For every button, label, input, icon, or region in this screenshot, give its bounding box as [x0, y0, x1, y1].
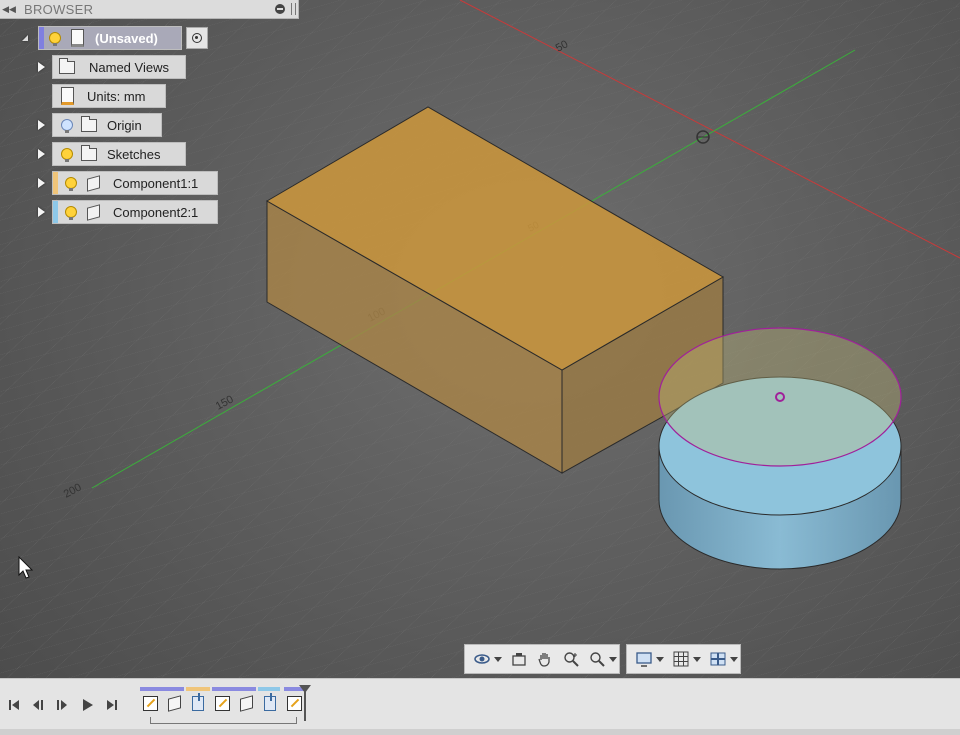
browser-item-units: Units: mm [52, 84, 166, 108]
expand-component1-icon[interactable] [34, 171, 48, 195]
look-at-button[interactable] [508, 648, 530, 670]
grid-settings-button[interactable] [670, 648, 703, 670]
browser-header: ◀◀ BROWSER [0, 0, 299, 19]
timeline-feature-extrude[interactable] [189, 692, 207, 713]
component2-node[interactable]: Component2:1 [52, 200, 218, 224]
timeline-feature-sketch[interactable] [213, 693, 231, 713]
step-forward-icon [57, 700, 67, 710]
zoom-window-icon [588, 651, 606, 667]
display-settings-button[interactable] [633, 648, 666, 670]
browser-item-sketches: Sketches [34, 142, 186, 166]
visibility-bulb-icon[interactable] [59, 146, 75, 162]
component-icon [85, 203, 101, 221]
play-button[interactable] [77, 695, 97, 715]
go-to-start-button[interactable] [4, 695, 24, 715]
orbit-icon [473, 651, 491, 667]
document-settings-icon [59, 87, 75, 105]
display-settings-icon [635, 651, 653, 667]
timeline-group-bar [140, 687, 184, 691]
root-label: (Unsaved) [95, 30, 158, 46]
go-to-end-icon [107, 700, 117, 710]
timeline-feature-sketch[interactable] [141, 693, 159, 713]
step-back-button[interactable] [28, 695, 48, 715]
zoom-icon [562, 651, 580, 667]
timeline-group-bar [212, 687, 256, 691]
go-to-start-icon [9, 700, 19, 710]
play-back-button[interactable] [52, 695, 72, 715]
component-feature-icon [239, 694, 253, 712]
collapse-browser-icon[interactable]: ◀◀ [0, 4, 18, 15]
go-to-end-button[interactable] [102, 695, 122, 715]
named-views-label: Named Views [89, 59, 169, 75]
folder-icon [81, 144, 97, 162]
document-icon [69, 29, 85, 47]
timeline-component1-bar [186, 687, 210, 691]
timeline-marker[interactable] [299, 685, 311, 721]
zoom-button[interactable] [560, 648, 582, 670]
browser-item-named-views: Named Views [34, 55, 186, 79]
timeline-feature-extrude[interactable] [261, 692, 279, 713]
units-node[interactable]: Units: mm [52, 84, 166, 108]
viewports-button[interactable] [707, 648, 740, 670]
component1-label: Component1:1 [113, 175, 199, 191]
viewports-icon [709, 651, 727, 667]
extrude-feature-icon [192, 692, 204, 711]
folder-icon [81, 115, 97, 133]
origin-node[interactable]: Origin [52, 113, 162, 137]
collapse-root-icon[interactable] [18, 26, 32, 50]
activate-radio-icon[interactable] [186, 27, 208, 49]
expand-component2-icon[interactable] [34, 200, 48, 224]
visibility-bulb-icon[interactable] [63, 204, 79, 220]
pan-icon [536, 651, 554, 667]
named-views-node[interactable]: Named Views [52, 55, 186, 79]
panel-grip-icon[interactable] [291, 3, 296, 15]
timeline-feature-component[interactable] [165, 693, 183, 713]
folder-icon [59, 57, 75, 75]
browser-item-component2: Component2:1 [34, 200, 218, 224]
browser-root-row: (Unsaved) [18, 26, 208, 50]
timeline-component2-bar [258, 687, 280, 691]
grid-icon [672, 651, 690, 667]
navigation-toolbar [464, 644, 620, 674]
component-icon [85, 174, 101, 192]
browser-item-origin: Origin [34, 113, 162, 137]
status-strip [0, 729, 960, 735]
units-label: Units: mm [87, 88, 146, 104]
component-feature-icon [167, 694, 181, 712]
sketches-label: Sketches [107, 146, 161, 162]
visibility-bulb-icon[interactable] [47, 30, 63, 46]
visibility-bulb-icon[interactable] [59, 117, 75, 133]
component2-label: Component2:1 [113, 204, 199, 220]
timeline-bracket [150, 717, 297, 724]
mouse-cursor-icon [18, 556, 34, 579]
sketches-node[interactable]: Sketches [52, 142, 186, 166]
component1-node[interactable]: Component1:1 [52, 171, 218, 195]
pan-button[interactable] [534, 648, 556, 670]
browser-root-node[interactable]: (Unsaved) [38, 26, 182, 50]
expand-sketches-icon[interactable] [34, 142, 48, 166]
browser-title: BROWSER [24, 1, 94, 17]
expand-named-views-icon[interactable] [34, 55, 48, 79]
extrude-feature-icon [264, 692, 276, 711]
minimize-icon[interactable] [275, 4, 285, 14]
sketch-circle[interactable] [658, 327, 902, 467]
component2-cylinder-body[interactable] [658, 327, 902, 570]
zoom-window-button[interactable] [586, 648, 619, 670]
step-back-icon [33, 700, 43, 710]
visibility-bulb-icon[interactable] [63, 175, 79, 191]
browser-item-component1: Component1:1 [34, 171, 218, 195]
origin-label: Origin [107, 117, 142, 133]
display-toolbar [626, 644, 741, 674]
sketch-feature-icon [142, 695, 158, 711]
sketch-feature-icon [214, 695, 230, 711]
sketch-feature-icon [286, 695, 302, 711]
timeline-bar [0, 678, 960, 735]
play-icon [83, 699, 93, 711]
expand-origin-icon[interactable] [34, 113, 48, 137]
orbit-button[interactable] [471, 648, 504, 670]
look-at-icon [510, 651, 528, 667]
timeline-feature-sketch[interactable] [285, 693, 303, 713]
timeline-feature-component[interactable] [237, 693, 255, 713]
